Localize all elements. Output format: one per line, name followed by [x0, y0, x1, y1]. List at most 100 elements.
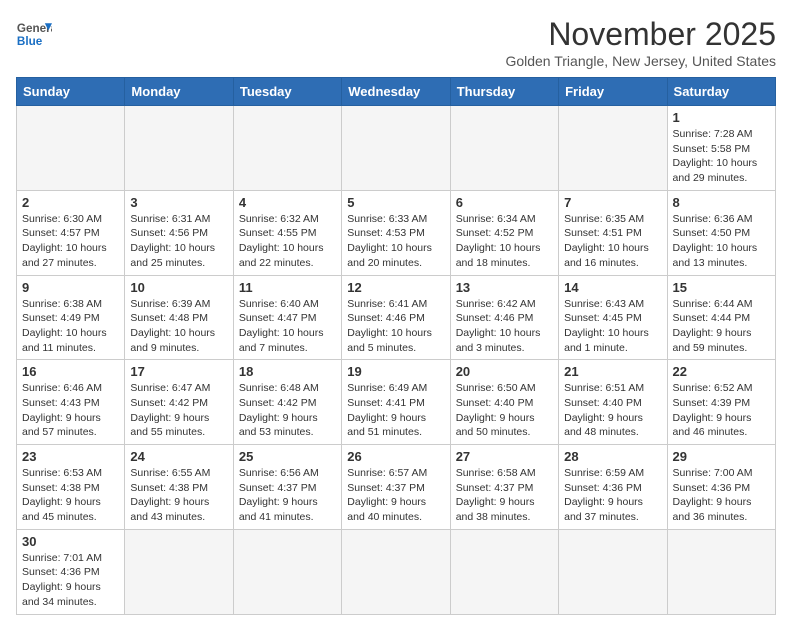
- calendar-cell: [125, 106, 233, 191]
- day-info: Sunrise: 6:38 AM Sunset: 4:49 PM Dayligh…: [22, 297, 119, 356]
- calendar-cell: 18Sunrise: 6:48 AM Sunset: 4:42 PM Dayli…: [233, 360, 341, 445]
- day-info: Sunrise: 6:56 AM Sunset: 4:37 PM Dayligh…: [239, 466, 336, 525]
- calendar-cell: [342, 529, 450, 614]
- day-number: 1: [673, 110, 770, 125]
- calendar-cell: [342, 106, 450, 191]
- day-number: 17: [130, 364, 227, 379]
- day-number: 15: [673, 280, 770, 295]
- calendar-cell: 8Sunrise: 6:36 AM Sunset: 4:50 PM Daylig…: [667, 190, 775, 275]
- header: General Blue November 2025 Golden Triang…: [16, 16, 776, 69]
- day-info: Sunrise: 6:47 AM Sunset: 4:42 PM Dayligh…: [130, 381, 227, 440]
- day-number: 6: [456, 195, 553, 210]
- calendar-cell: 27Sunrise: 6:58 AM Sunset: 4:37 PM Dayli…: [450, 445, 558, 530]
- day-number: 26: [347, 449, 444, 464]
- calendar-cell: [125, 529, 233, 614]
- calendar-cell: 30 Sunrise: 7:01 AM Sunset: 4:36 PM Dayli…: [17, 529, 125, 614]
- day-number: 9: [22, 280, 119, 295]
- calendar-cell: [559, 106, 667, 191]
- calendar-header-row: SundayMondayTuesdayWednesdayThursdayFrid…: [17, 78, 776, 106]
- title-area: November 2025 Golden Triangle, New Jerse…: [505, 16, 776, 69]
- day-info: Sunrise: 6:53 AM Sunset: 4:38 PM Dayligh…: [22, 466, 119, 525]
- calendar-cell: 25 Sunrise: 6:56 AM Sunset: 4:37 PM Dayli…: [233, 445, 341, 530]
- day-info: Sunrise: 6:52 AM Sunset: 4:39 PM Dayligh…: [673, 381, 770, 440]
- day-info: Sunrise: 6:40 AM Sunset: 4:47 PM Dayligh…: [239, 297, 336, 356]
- day-info: Sunrise: 6:42 AM Sunset: 4:46 PM Dayligh…: [456, 297, 553, 356]
- calendar-cell: 22 Sunrise: 6:52 AM Sunset: 4:39 PM Dayli…: [667, 360, 775, 445]
- day-info: Sunrise: 7:28 AM Sunset: 5:58 PM Dayligh…: [673, 127, 770, 186]
- day-info: Sunrise: 6:34 AM Sunset: 4:52 PM Dayligh…: [456, 212, 553, 271]
- day-number: 20: [456, 364, 553, 379]
- day-info: Sunrise: 6:50 AM Sunset: 4:40 PM Dayligh…: [456, 381, 553, 440]
- day-info: Sunrise: 6:35 AM Sunset: 4:51 PM Dayligh…: [564, 212, 661, 271]
- svg-text:Blue: Blue: [17, 35, 43, 48]
- day-header: Monday: [125, 78, 233, 106]
- day-info: Sunrise: 6:43 AM Sunset: 4:45 PM Dayligh…: [564, 297, 661, 356]
- day-header: Thursday: [450, 78, 558, 106]
- calendar-cell: [559, 529, 667, 614]
- day-number: 27: [456, 449, 553, 464]
- day-number: 14: [564, 280, 661, 295]
- logo: General Blue: [16, 16, 52, 52]
- day-header: Saturday: [667, 78, 775, 106]
- day-header: Wednesday: [342, 78, 450, 106]
- calendar-cell: 16 Sunrise: 6:46 AM Sunset: 4:43 PM Dayli…: [17, 360, 125, 445]
- day-number: 5: [347, 195, 444, 210]
- calendar-cell: [450, 529, 558, 614]
- day-info: Sunrise: 6:30 AM Sunset: 4:57 PM Dayligh…: [22, 212, 119, 271]
- calendar-cell: [17, 106, 125, 191]
- day-number: 30: [22, 534, 119, 549]
- calendar-cell: 17 Sunrise: 6:47 AM Sunset: 4:42 PM Dayli…: [125, 360, 233, 445]
- day-info: Sunrise: 6:31 AM Sunset: 4:56 PM Dayligh…: [130, 212, 227, 271]
- day-number: 3: [130, 195, 227, 210]
- calendar-cell: 4 Sunrise: 6:32 AM Sunset: 4:55 PM Daylig…: [233, 190, 341, 275]
- day-number: 19: [347, 364, 444, 379]
- calendar-cell: 29 Sunrise: 7:00 AM Sunset: 4:36 PM Dayli…: [667, 445, 775, 530]
- calendar-cell: 10 Sunrise: 6:39 AM Sunset: 4:48 PM Dayli…: [125, 275, 233, 360]
- day-number: 4: [239, 195, 336, 210]
- calendar-cell: [450, 106, 558, 191]
- day-header: Friday: [559, 78, 667, 106]
- day-info: Sunrise: 6:46 AM Sunset: 4:43 PM Dayligh…: [22, 381, 119, 440]
- day-number: 2: [22, 195, 119, 210]
- day-number: 23: [22, 449, 119, 464]
- calendar-week-row: 30 Sunrise: 7:01 AM Sunset: 4:36 PM Dayli…: [17, 529, 776, 614]
- calendar-week-row: 1 Sunrise: 7:28 AM Sunset: 5:58 PM Daylig…: [17, 106, 776, 191]
- day-info: Sunrise: 6:48 AM Sunset: 4:42 PM Dayligh…: [239, 381, 336, 440]
- day-info: Sunrise: 7:01 AM Sunset: 4:36 PM Dayligh…: [22, 551, 119, 610]
- day-number: 13: [456, 280, 553, 295]
- day-number: 22: [673, 364, 770, 379]
- day-info: Sunrise: 6:49 AM Sunset: 4:41 PM Dayligh…: [347, 381, 444, 440]
- calendar-cell: 19 Sunrise: 6:49 AM Sunset: 4:41 PM Dayli…: [342, 360, 450, 445]
- day-number: 16: [22, 364, 119, 379]
- day-number: 8: [673, 195, 770, 210]
- day-number: 12: [347, 280, 444, 295]
- day-number: 11: [239, 280, 336, 295]
- day-info: Sunrise: 6:44 AM Sunset: 4:44 PM Dayligh…: [673, 297, 770, 356]
- calendar-cell: 3 Sunrise: 6:31 AM Sunset: 4:56 PM Daylig…: [125, 190, 233, 275]
- calendar-cell: 13 Sunrise: 6:42 AM Sunset: 4:46 PM Dayli…: [450, 275, 558, 360]
- calendar-cell: 5Sunrise: 6:33 AM Sunset: 4:53 PM Daylig…: [342, 190, 450, 275]
- day-info: Sunrise: 6:51 AM Sunset: 4:40 PM Dayligh…: [564, 381, 661, 440]
- calendar-cell: 15 Sunrise: 6:44 AM Sunset: 4:44 PM Dayli…: [667, 275, 775, 360]
- day-number: 29: [673, 449, 770, 464]
- day-info: Sunrise: 6:32 AM Sunset: 4:55 PM Dayligh…: [239, 212, 336, 271]
- calendar-body: 1 Sunrise: 7:28 AM Sunset: 5:58 PM Daylig…: [17, 106, 776, 615]
- calendar-cell: 24Sunrise: 6:55 AM Sunset: 4:38 PM Dayli…: [125, 445, 233, 530]
- calendar-week-row: 2 Sunrise: 6:30 AM Sunset: 4:57 PM Daylig…: [17, 190, 776, 275]
- day-info: Sunrise: 7:00 AM Sunset: 4:36 PM Dayligh…: [673, 466, 770, 525]
- calendar-cell: [233, 106, 341, 191]
- calendar-cell: 21Sunrise: 6:51 AM Sunset: 4:40 PM Dayli…: [559, 360, 667, 445]
- calendar-cell: 9 Sunrise: 6:38 AM Sunset: 4:49 PM Daylig…: [17, 275, 125, 360]
- day-info: Sunrise: 6:59 AM Sunset: 4:36 PM Dayligh…: [564, 466, 661, 525]
- calendar-cell: [667, 529, 775, 614]
- day-number: 24: [130, 449, 227, 464]
- day-number: 25: [239, 449, 336, 464]
- calendar-cell: 2 Sunrise: 6:30 AM Sunset: 4:57 PM Daylig…: [17, 190, 125, 275]
- day-info: Sunrise: 6:39 AM Sunset: 4:48 PM Dayligh…: [130, 297, 227, 356]
- location-title: Golden Triangle, New Jersey, United Stat…: [505, 53, 776, 69]
- calendar-week-row: 16 Sunrise: 6:46 AM Sunset: 4:43 PM Dayli…: [17, 360, 776, 445]
- calendar-cell: 7Sunrise: 6:35 AM Sunset: 4:51 PM Daylig…: [559, 190, 667, 275]
- day-info: Sunrise: 6:41 AM Sunset: 4:46 PM Dayligh…: [347, 297, 444, 356]
- day-number: 10: [130, 280, 227, 295]
- calendar-cell: 20 Sunrise: 6:50 AM Sunset: 4:40 PM Dayli…: [450, 360, 558, 445]
